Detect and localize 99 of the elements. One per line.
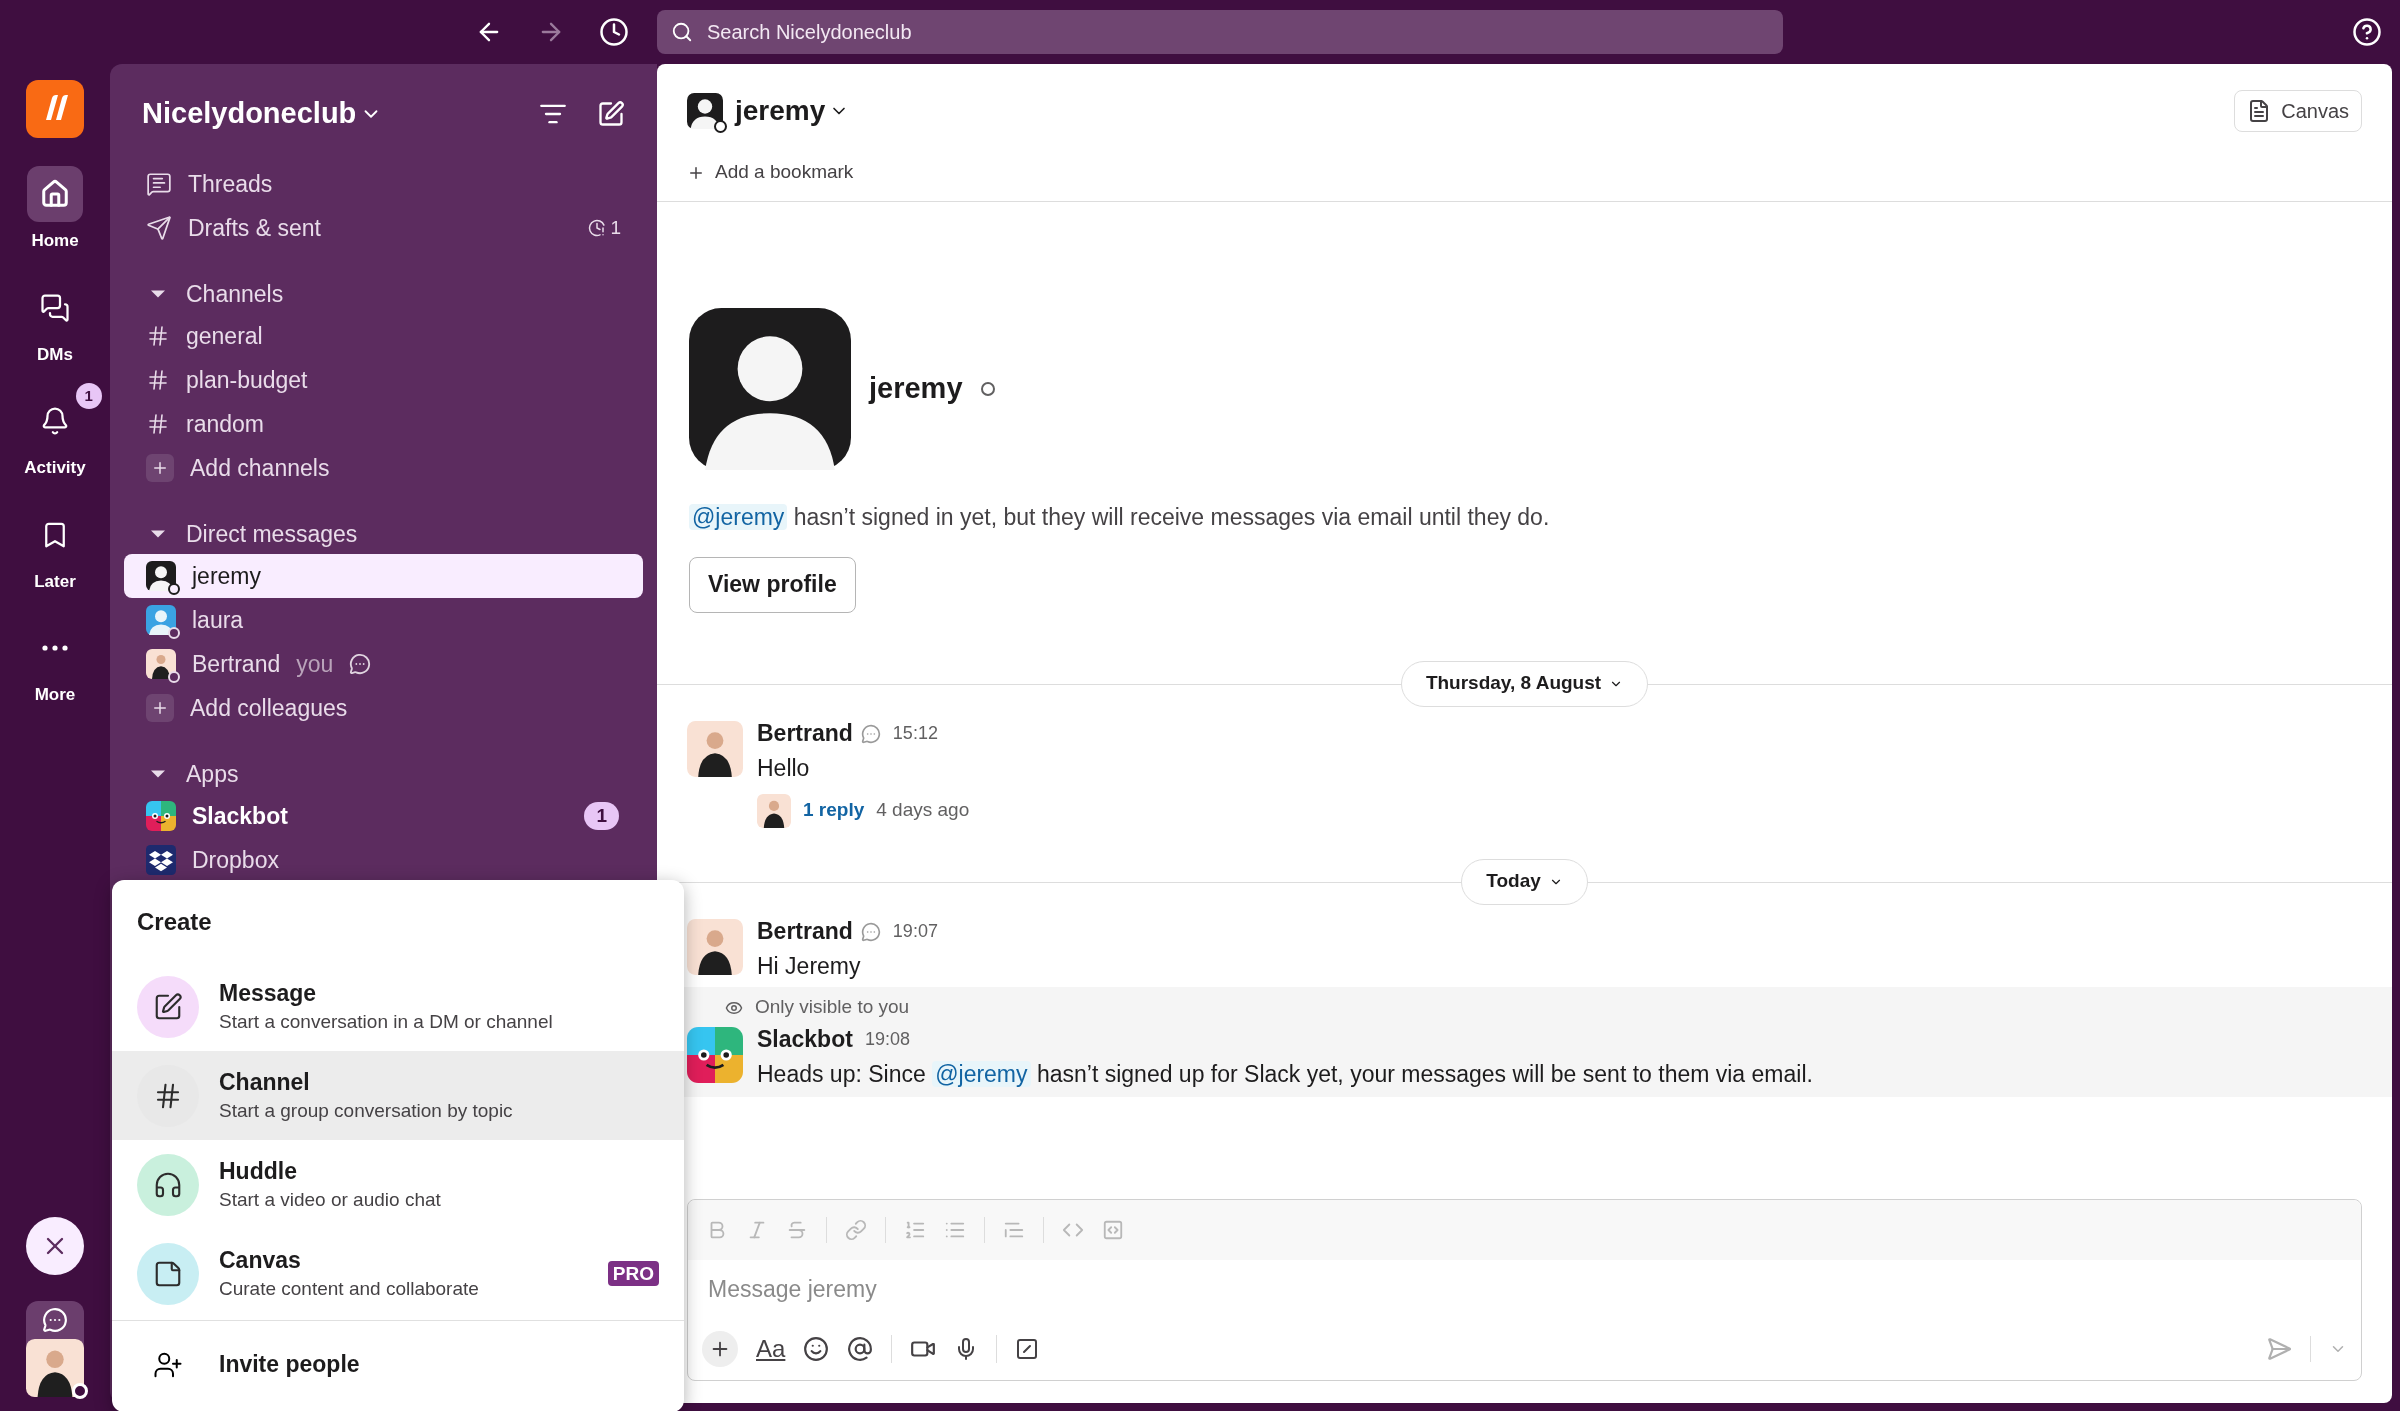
plus-icon [146,454,174,482]
section-header[interactable]: Apps [124,754,643,794]
plus-button[interactable] [702,1331,738,1367]
hash-icon [146,368,170,392]
photo-placeholder [687,720,743,777]
user-silhouette-avatar [687,93,723,129]
section-header[interactable]: Direct messages [124,514,643,554]
menu-item[interactable]: Huddle Start a video or audio chat [112,1140,684,1229]
replies-link[interactable]: 1 reply [803,796,865,825]
sidebar-item[interactable]: general [124,314,643,358]
hash-icon [146,324,170,348]
caret-icon [151,770,165,778]
message-time[interactable]: 15:12 [892,720,938,747]
menu-item[interactable]: Canvas Curate content and collaborate PRO [112,1229,684,1318]
presence-icon [168,583,180,595]
bot-logo [687,1026,743,1083]
menu-item[interactable]: Invite people [112,1320,684,1408]
photo-placeholder [146,649,176,679]
menu-title: Create [136,907,213,937]
plus-icon [146,694,174,722]
channel-title[interactable]: jeremy [735,90,826,132]
history-icon[interactable] [599,17,629,47]
workspace-logo[interactable] [26,80,84,138]
date-divider-button[interactable]: Today [1461,858,1588,905]
speech-bubble-icon [860,723,881,744]
presence-icon [980,382,995,396]
scheduled-count: 1 [588,213,621,243]
rail-tab[interactable]: Later [24,506,86,594]
emoji-icon[interactable] [803,1336,830,1362]
canvas-button[interactable]: Canvas [2234,90,2362,132]
chat-icon [40,292,70,323]
bell-icon [40,406,70,436]
photo-placeholder [687,918,743,975]
message-text: Hello [757,753,811,783]
visibility-note: Only visible to you [755,995,910,1020]
workspace-name[interactable]: Nicelydoneclub [142,92,357,136]
message-text: Heads up: Since @jeremy hasn’t signed up for Slack yet, your messages will be sent to them via email. [757,1059,1813,1089]
search-icon [671,21,693,43]
menu-item[interactable]: Channel Start a group conversation by topic [112,1051,684,1140]
author-name[interactable]: Bertrand [757,914,853,949]
sidebar-item[interactable]: jeremy [124,554,643,598]
message-text: Hi Jeremy [757,951,862,981]
hash-icon [146,412,170,436]
compose-icon [153,991,183,1022]
bot-logo [146,801,176,831]
sidebar-item[interactable]: laura [124,598,643,642]
pro-badge: PRO [607,1261,659,1286]
signin-notice: @jeremy hasn’t signed in yet, but they will receive messages via email until they do. [689,500,2360,535]
sidebar-item[interactable]: Slackbot 1 [124,794,643,838]
author-name[interactable]: Bertrand [757,716,853,751]
box-logo [146,845,176,875]
mention-icon[interactable] [847,1336,874,1362]
presence-icon [714,120,727,133]
user-avatar [146,605,176,635]
photo-placeholder [26,1339,84,1397]
rail-tab[interactable]: More [24,620,86,708]
close-button[interactable] [26,1217,84,1275]
sidebar-item[interactable]: Threads [124,162,643,206]
slash-command-icon[interactable] [1015,1337,1040,1361]
mention-link[interactable]: @jeremy [689,504,788,530]
photo-placeholder [757,793,791,828]
presence-icon [72,1383,88,1399]
menu-item[interactable]: Message Start a conversation in a DM or channel [112,962,684,1051]
bookmark-link[interactable]: Add a bookmark [715,158,854,187]
sidebar-item[interactable]: random [124,402,643,446]
presence-icon [168,671,180,683]
user-silhouette-avatar [146,561,176,591]
message-time[interactable]: 19:08 [864,1026,910,1053]
send-icon [146,215,172,241]
speech-bubble-icon [42,1307,68,1333]
rail-tab[interactable]: DMs [24,279,86,367]
sidebar-item[interactable]: Bertrand you [124,642,643,686]
presence-icon [168,627,180,639]
sidebar-item[interactable]: Dropbox [124,838,643,882]
home-icon [40,179,70,209]
sidebar-item[interactable]: Add colleagues [124,686,643,730]
mention-link[interactable]: @jeremy [932,1060,1031,1087]
sidebar-item[interactable]: Add channels [124,446,643,490]
notification-badge: 1 [75,383,102,409]
search-field[interactable]: Search Nicelydoneclub [657,10,1783,54]
author-name[interactable]: Slackbot [757,1022,853,1057]
caret-icon [151,530,165,538]
profile-name[interactable]: jeremy [869,367,963,411]
compose-icon[interactable] [597,100,625,128]
help-icon[interactable] [2352,17,2382,47]
sidebar-item[interactable]: Drafts & sent 1 [124,206,643,250]
reply-time: 4 days ago [876,798,970,823]
threads-icon [146,171,172,197]
you-label: you [296,649,334,679]
unread-badge: 1 [584,802,619,830]
view-profile-button[interactable]: View profile [689,556,856,613]
format-button[interactable]: Aa [756,1331,786,1367]
speech-bubble-icon [860,921,881,942]
ellipsis-icon [42,645,68,651]
message-time[interactable]: 19:07 [892,918,938,945]
caret-icon [151,290,165,298]
section-header[interactable]: Channels [124,274,643,314]
sidebar-item[interactable]: plan-budget [124,358,643,402]
date-divider-button[interactable]: Thursday, 8 August [1400,660,1649,707]
